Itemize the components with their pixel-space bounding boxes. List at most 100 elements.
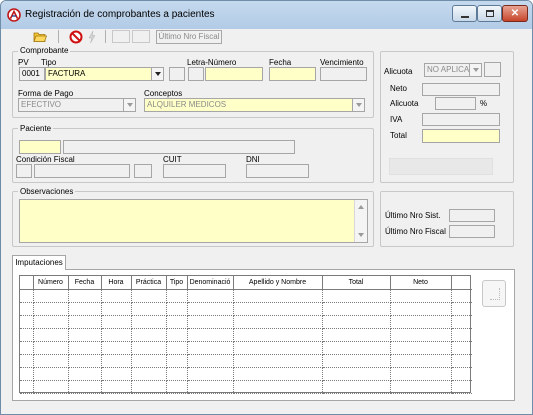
table-cell[interactable] [101, 341, 132, 355]
table-cell[interactable] [187, 315, 234, 329]
ultimo-nro-fiscal-button[interactable]: Último Nro Fiscal [156, 30, 222, 44]
table-row[interactable] [20, 328, 472, 342]
table-cell[interactable] [131, 354, 167, 368]
table-cell[interactable] [33, 315, 69, 329]
table-cell[interactable] [101, 302, 132, 316]
alicuota-extra-field[interactable] [484, 62, 501, 77]
dni-field[interactable] [246, 164, 309, 178]
table-cell[interactable] [68, 302, 102, 316]
table-cell[interactable] [166, 367, 188, 381]
table-cell[interactable] [166, 328, 188, 342]
table-row[interactable] [20, 315, 472, 329]
table-cell[interactable] [33, 380, 69, 394]
paciente-nombre-field[interactable] [63, 140, 295, 154]
table-cell[interactable] [20, 380, 34, 394]
table-cell[interactable] [33, 354, 69, 368]
table-cell[interactable] [233, 315, 323, 329]
fecha-field[interactable] [269, 67, 316, 81]
table-row[interactable] [20, 367, 472, 381]
table-cell[interactable] [101, 328, 132, 342]
table-cell[interactable] [187, 328, 234, 342]
condicion-extra-field[interactable] [134, 164, 152, 178]
table-cell[interactable] [131, 367, 167, 381]
table-cell[interactable] [20, 289, 34, 303]
maximize-button[interactable] [477, 5, 502, 22]
table-cell[interactable] [20, 302, 34, 316]
total-field[interactable] [422, 129, 500, 143]
table-cell[interactable] [451, 380, 472, 394]
observaciones-scrollbar[interactable] [354, 200, 367, 242]
conceptos-select[interactable]: ALQUILER MEDICOS [144, 98, 365, 112]
table-cell[interactable] [20, 367, 34, 381]
table-cell[interactable] [233, 341, 323, 355]
table-cell[interactable] [322, 328, 391, 342]
table-cell[interactable] [187, 302, 234, 316]
numero-field[interactable] [205, 67, 263, 81]
column-header-numero[interactable]: Número [33, 276, 69, 290]
table-cell[interactable] [131, 380, 167, 394]
table-cell[interactable] [68, 380, 102, 394]
disabled-tool-button[interactable] [132, 30, 150, 43]
table-row[interactable] [20, 354, 472, 368]
table-cell[interactable] [166, 302, 188, 316]
table-cell[interactable] [101, 289, 132, 303]
grid-side-button[interactable] [482, 280, 506, 307]
table-cell[interactable] [33, 289, 69, 303]
table-cell[interactable] [187, 354, 234, 368]
table-cell[interactable] [33, 328, 69, 342]
table-cell[interactable] [20, 354, 34, 368]
neto-field[interactable] [422, 83, 500, 96]
open-folder-icon[interactable] [33, 30, 47, 44]
table-cell[interactable] [451, 367, 472, 381]
table-cell[interactable] [390, 328, 452, 342]
tipo-select[interactable]: FACTURA [45, 67, 164, 81]
table-cell[interactable] [390, 289, 452, 303]
scroll-down-icon[interactable] [358, 233, 364, 237]
table-cell[interactable] [131, 328, 167, 342]
paciente-codigo-field[interactable] [19, 140, 61, 154]
table-cell[interactable] [233, 302, 323, 316]
table-cell[interactable] [101, 380, 132, 394]
table-cell[interactable] [187, 341, 234, 355]
table-cell[interactable] [233, 354, 323, 368]
table-cell[interactable] [187, 380, 234, 394]
table-row[interactable] [20, 380, 472, 394]
table-cell[interactable] [33, 367, 69, 381]
chevron-down-icon[interactable] [123, 99, 135, 111]
minimize-button[interactable] [452, 5, 477, 22]
table-cell[interactable] [131, 289, 167, 303]
table-cell[interactable] [68, 341, 102, 355]
ultimo-nro-fiscal-field[interactable] [449, 225, 495, 238]
table-cell[interactable] [68, 289, 102, 303]
table-cell[interactable] [390, 341, 452, 355]
table-cell[interactable] [166, 289, 188, 303]
scroll-up-icon[interactable] [358, 205, 364, 209]
table-cell[interactable] [20, 341, 34, 355]
table-cell[interactable] [390, 367, 452, 381]
table-cell[interactable] [233, 289, 323, 303]
cuit-field[interactable] [163, 164, 226, 178]
table-cell[interactable] [68, 315, 102, 329]
table-cell[interactable] [187, 367, 234, 381]
table-cell[interactable] [20, 315, 34, 329]
table-cell[interactable] [322, 289, 391, 303]
table-cell[interactable] [390, 315, 452, 329]
column-header-total[interactable]: Total [322, 276, 391, 290]
table-row[interactable] [20, 302, 472, 316]
column-header-fecha[interactable]: Fecha [68, 276, 102, 290]
table-cell[interactable] [451, 315, 472, 329]
table-cell[interactable] [451, 341, 472, 355]
table-cell[interactable] [390, 302, 452, 316]
table-cell[interactable] [233, 328, 323, 342]
table-cell[interactable] [233, 367, 323, 381]
column-header-neto[interactable]: Neto [390, 276, 452, 290]
alicuota-select[interactable]: NO APLICA [424, 63, 482, 77]
table-cell[interactable] [33, 341, 69, 355]
forma-pago-select[interactable]: EFECTIVO [18, 98, 136, 112]
table-cell[interactable] [322, 302, 391, 316]
lightning-icon[interactable] [85, 30, 99, 44]
table-cell[interactable] [451, 302, 472, 316]
table-cell[interactable] [322, 367, 391, 381]
table-cell[interactable] [166, 380, 188, 394]
imputaciones-grid[interactable]: Número Fecha Hora Práctica Tipo Denomina… [19, 275, 472, 394]
